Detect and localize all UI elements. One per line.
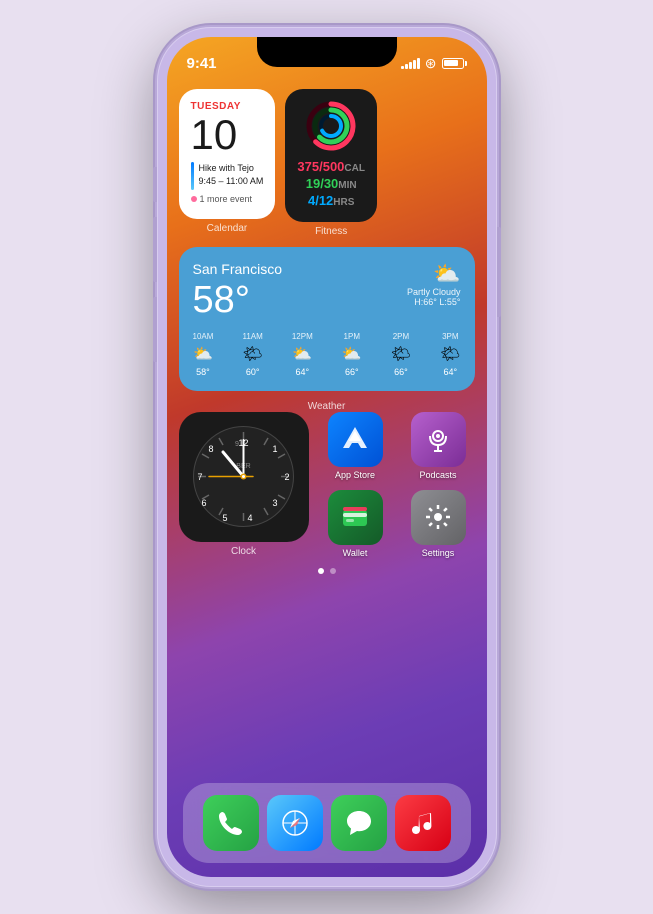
weather-temp: 58°: [193, 279, 282, 322]
more-events: 1 more event: [200, 194, 253, 204]
event-stripe: [191, 162, 194, 190]
podcasts-wrapper[interactable]: Podcasts: [402, 412, 475, 480]
forecast-2pm: 2PM 🌤 66°: [391, 332, 411, 377]
settings-icon[interactable]: [411, 490, 466, 545]
dock-music-icon[interactable]: [395, 795, 451, 851]
weather-condition: Partly Cloudy: [407, 287, 461, 297]
svg-text:6: 6: [201, 498, 206, 508]
page-dots: [179, 568, 475, 574]
home-screen-content: TUESDAY 10 Hike with Tejo 9:45 – 11:00 A…: [167, 81, 487, 877]
music-icon: [408, 808, 438, 838]
svg-text:3: 3: [272, 498, 277, 508]
svg-text:9: 9: [235, 441, 239, 448]
settings-label: Settings: [422, 548, 455, 558]
wallet-wrapper[interactable]: Wallet: [319, 490, 392, 558]
apps-grid: App Store Pod: [319, 412, 475, 558]
dock-phone-icon[interactable]: [203, 795, 259, 851]
dock: [183, 783, 471, 863]
fitness-rings: [306, 101, 356, 151]
min-unit: MIN: [338, 180, 356, 191]
clock-widget-label: Clock: [179, 546, 309, 557]
weather-forecast: 10AM ⛅ 58° 11AM 🌤 60° 12PM ⛅ 64°: [193, 332, 461, 377]
svg-text:4: 4: [247, 513, 252, 523]
svg-text:1: 1: [272, 444, 277, 454]
notch: [257, 37, 397, 67]
cal-total: 500: [323, 159, 345, 174]
weather-city: San Francisco: [193, 261, 282, 277]
cal-dot: [191, 196, 197, 202]
clock-face: 12 1 2 3 4 5 6 7 8 9 BER: [191, 424, 296, 529]
forecast-10am: 10AM ⛅ 58°: [193, 332, 214, 377]
page-dot-1: [318, 568, 324, 574]
apps-row: 12 1 2 3 4 5 6 7 8 9 BER: [179, 412, 475, 558]
app-store-logo: [339, 423, 371, 455]
signal-bar-5: [417, 58, 420, 69]
phone-icon: [216, 808, 246, 838]
dock-messages-icon[interactable]: [331, 795, 387, 851]
power-button[interactable]: [497, 227, 501, 317]
svg-text:2: 2: [284, 472, 289, 482]
weather-widget: San Francisco 58° ⛅ Partly Cloudy H:66° …: [179, 247, 475, 391]
dock-safari-icon[interactable]: [267, 795, 323, 851]
svg-text:7: 7: [197, 472, 202, 482]
min-total: 30: [324, 176, 338, 191]
wallet-label: Wallet: [343, 548, 368, 558]
min-current: 19: [306, 176, 320, 191]
forecast-1pm: 1PM ⛅ 66°: [342, 332, 362, 377]
forecast-3pm: 3PM 🌤 64°: [440, 332, 460, 377]
podcasts-label: Podcasts: [419, 470, 456, 480]
hrs-total: 12: [319, 193, 333, 208]
weather-widget-wrapper: San Francisco 58° ⛅ Partly Cloudy H:66° …: [179, 247, 475, 412]
status-icons: ⊛: [401, 47, 467, 72]
safari-icon: [280, 808, 310, 838]
cal-current: 375: [297, 159, 319, 174]
status-time: 9:41: [187, 47, 217, 72]
signal-bar-4: [413, 60, 416, 69]
volume-down-button[interactable]: [153, 297, 157, 362]
calendar-date: 10: [191, 114, 264, 156]
mute-button[interactable]: [153, 167, 157, 202]
event-time: 9:45 – 11:00 AM: [199, 175, 264, 188]
phone-frame: 9:41 ⊛: [157, 27, 497, 887]
page-dot-2: [330, 568, 336, 574]
clock-widget: 12 1 2 3 4 5 6 7 8 9 BER: [179, 412, 309, 542]
app-store-wrapper[interactable]: App Store: [319, 412, 392, 480]
signal-icon: [401, 57, 420, 69]
fitness-widget-wrapper: 375/500CAL 19/30MIN 4/12HRS Fitness: [285, 89, 377, 237]
event-name: Hike with Tejo: [199, 162, 264, 175]
hrs-unit: HRS: [333, 197, 354, 208]
volume-up-button[interactable]: [153, 217, 157, 282]
cal-unit: CAL: [344, 163, 365, 174]
signal-bar-1: [401, 66, 404, 69]
podcasts-icon[interactable]: [411, 412, 466, 467]
signal-bar-3: [409, 62, 412, 69]
calendar-widget-label: Calendar: [179, 223, 276, 234]
clock-widget-wrapper: 12 1 2 3 4 5 6 7 8 9 BER: [179, 412, 309, 558]
wallet-logo: [338, 500, 372, 534]
widget-row-1: TUESDAY 10 Hike with Tejo 9:45 – 11:00 A…: [179, 89, 475, 237]
app-store-icon[interactable]: [328, 412, 383, 467]
forecast-12pm: 12PM ⛅ 64°: [292, 332, 313, 377]
fitness-widget-label: Fitness: [285, 226, 377, 237]
settings-logo: [423, 502, 453, 532]
phone-screen: 9:41 ⊛: [167, 37, 487, 877]
signal-bar-2: [405, 64, 408, 69]
messages-icon: [344, 808, 374, 838]
weather-widget-label: Weather: [179, 401, 475, 412]
forecast-11am: 11AM 🌤 60°: [242, 332, 262, 377]
settings-wrapper[interactable]: Settings: [402, 490, 475, 558]
svg-text:8: 8: [208, 444, 213, 454]
svg-text:5: 5: [222, 513, 227, 523]
app-store-label: App Store: [335, 470, 375, 480]
calendar-widget: TUESDAY 10 Hike with Tejo 9:45 – 11:00 A…: [179, 89, 276, 237]
wallet-icon[interactable]: [328, 490, 383, 545]
podcasts-logo: [422, 423, 454, 455]
wifi-icon: ⊛: [425, 55, 437, 72]
weather-high: H:66° L:55°: [407, 297, 461, 307]
battery-icon: [442, 58, 467, 69]
